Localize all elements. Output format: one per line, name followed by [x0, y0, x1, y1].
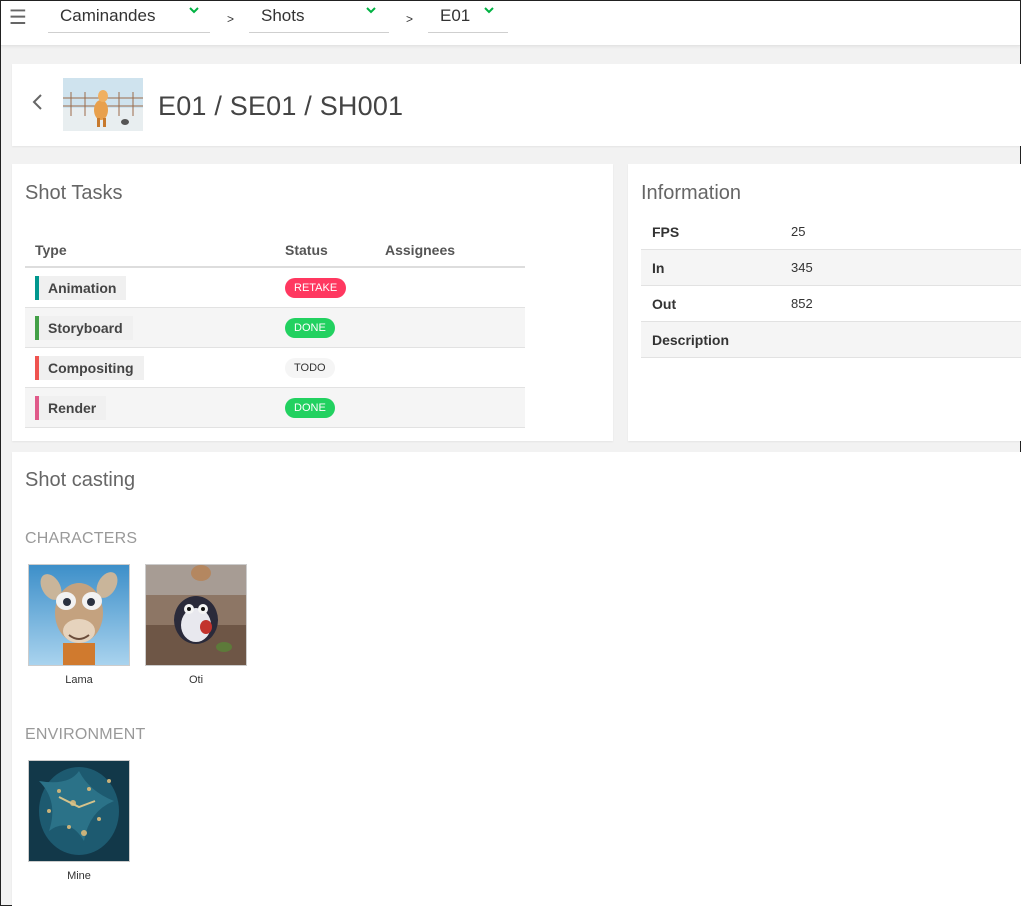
info-value: 345	[791, 260, 813, 275]
task-row: Storyboard DONE	[25, 308, 525, 348]
page-title: E01 / SE01 / SH001	[158, 91, 404, 121]
production-select-label: Caminandes	[60, 6, 156, 25]
production-select[interactable]: Caminandes	[48, 5, 210, 33]
task-type-compositing[interactable]: Compositing	[35, 356, 144, 380]
column-header-assignees: Assignees	[385, 242, 456, 258]
chevron-down-icon	[188, 4, 200, 16]
top-bar: ☰ Caminandes > Shots > E01	[1, 1, 1020, 46]
task-row: Render DONE	[25, 388, 525, 428]
column-header-status: Status	[285, 242, 328, 258]
chevron-down-icon	[483, 4, 495, 16]
column-header-type: Type	[35, 242, 67, 258]
characters-label: CHARACTERS	[25, 530, 138, 547]
info-key: Description	[652, 332, 730, 348]
asset-thumbnail-oti	[145, 564, 247, 666]
tasks-table: Type Status Assignees Animation RETAKE Sto…	[25, 232, 525, 428]
task-type-storyboard[interactable]: Storyboard	[35, 316, 133, 340]
information-table: FPS 25 In 345 Out 852 Description	[641, 214, 1021, 358]
episode-select[interactable]: E01	[428, 5, 508, 33]
info-row-out: Out 852	[641, 286, 1021, 322]
chevron-left-icon[interactable]	[30, 92, 46, 112]
status-badge[interactable]: DONE	[285, 318, 335, 338]
info-key: FPS	[652, 224, 680, 240]
asset-card-mine[interactable]: Mine	[28, 760, 130, 882]
chevron-down-icon	[365, 4, 377, 16]
info-key: Out	[652, 296, 677, 312]
breadcrumb-separator: >	[227, 12, 235, 26]
shot-header: E01 / SE01 / SH001	[12, 64, 1021, 146]
environment-label: ENVIRONMENT	[25, 726, 146, 743]
episode-select-label: E01	[440, 6, 471, 25]
tasks-table-header: Type Status Assignees	[25, 232, 525, 268]
section-select[interactable]: Shots	[249, 5, 389, 33]
status-badge[interactable]: DONE	[285, 398, 335, 418]
asset-name: Oti	[188, 674, 204, 686]
status-badge[interactable]: RETAKE	[285, 278, 347, 298]
asset-thumbnail-mine	[28, 760, 130, 862]
asset-thumbnail-lama	[28, 564, 130, 666]
info-row-in: In 345	[641, 250, 1021, 286]
info-value: 852	[791, 296, 813, 311]
shot-tasks-panel: Shot Tasks Type Status Assignees Animati…	[12, 164, 613, 441]
shot-casting-title: Shot casting	[25, 469, 136, 491]
status-badge[interactable]: TODO	[285, 358, 335, 378]
asset-card-lama[interactable]: Lama	[28, 564, 130, 686]
information-panel: Information FPS 25 In 345 Out 852 Description	[628, 164, 1021, 441]
info-row-fps: FPS 25	[641, 214, 1021, 250]
section-select-label: Shots	[261, 6, 305, 25]
shot-tasks-title: Shot Tasks	[25, 182, 123, 204]
asset-name: Lama	[65, 674, 93, 686]
info-key: In	[652, 260, 665, 276]
info-row-description: Description	[641, 322, 1021, 358]
information-title: Information	[641, 182, 742, 204]
task-row: Animation RETAKE	[25, 268, 525, 308]
asset-card-oti[interactable]: Oti	[145, 564, 247, 686]
task-row: Compositing TODO	[25, 348, 525, 388]
shot-thumbnail	[63, 78, 143, 131]
breadcrumb-separator: >	[406, 12, 414, 26]
task-type-animation[interactable]: Animation	[35, 276, 127, 300]
task-type-render[interactable]: Render	[35, 396, 107, 420]
info-value: 25	[791, 224, 806, 239]
hamburger-menu-icon[interactable]: ☰	[9, 7, 27, 29]
shot-casting-panel: Shot casting CHARACTERS Lama Oti ENVIRON…	[12, 452, 1021, 906]
asset-name: Mine	[67, 870, 91, 882]
